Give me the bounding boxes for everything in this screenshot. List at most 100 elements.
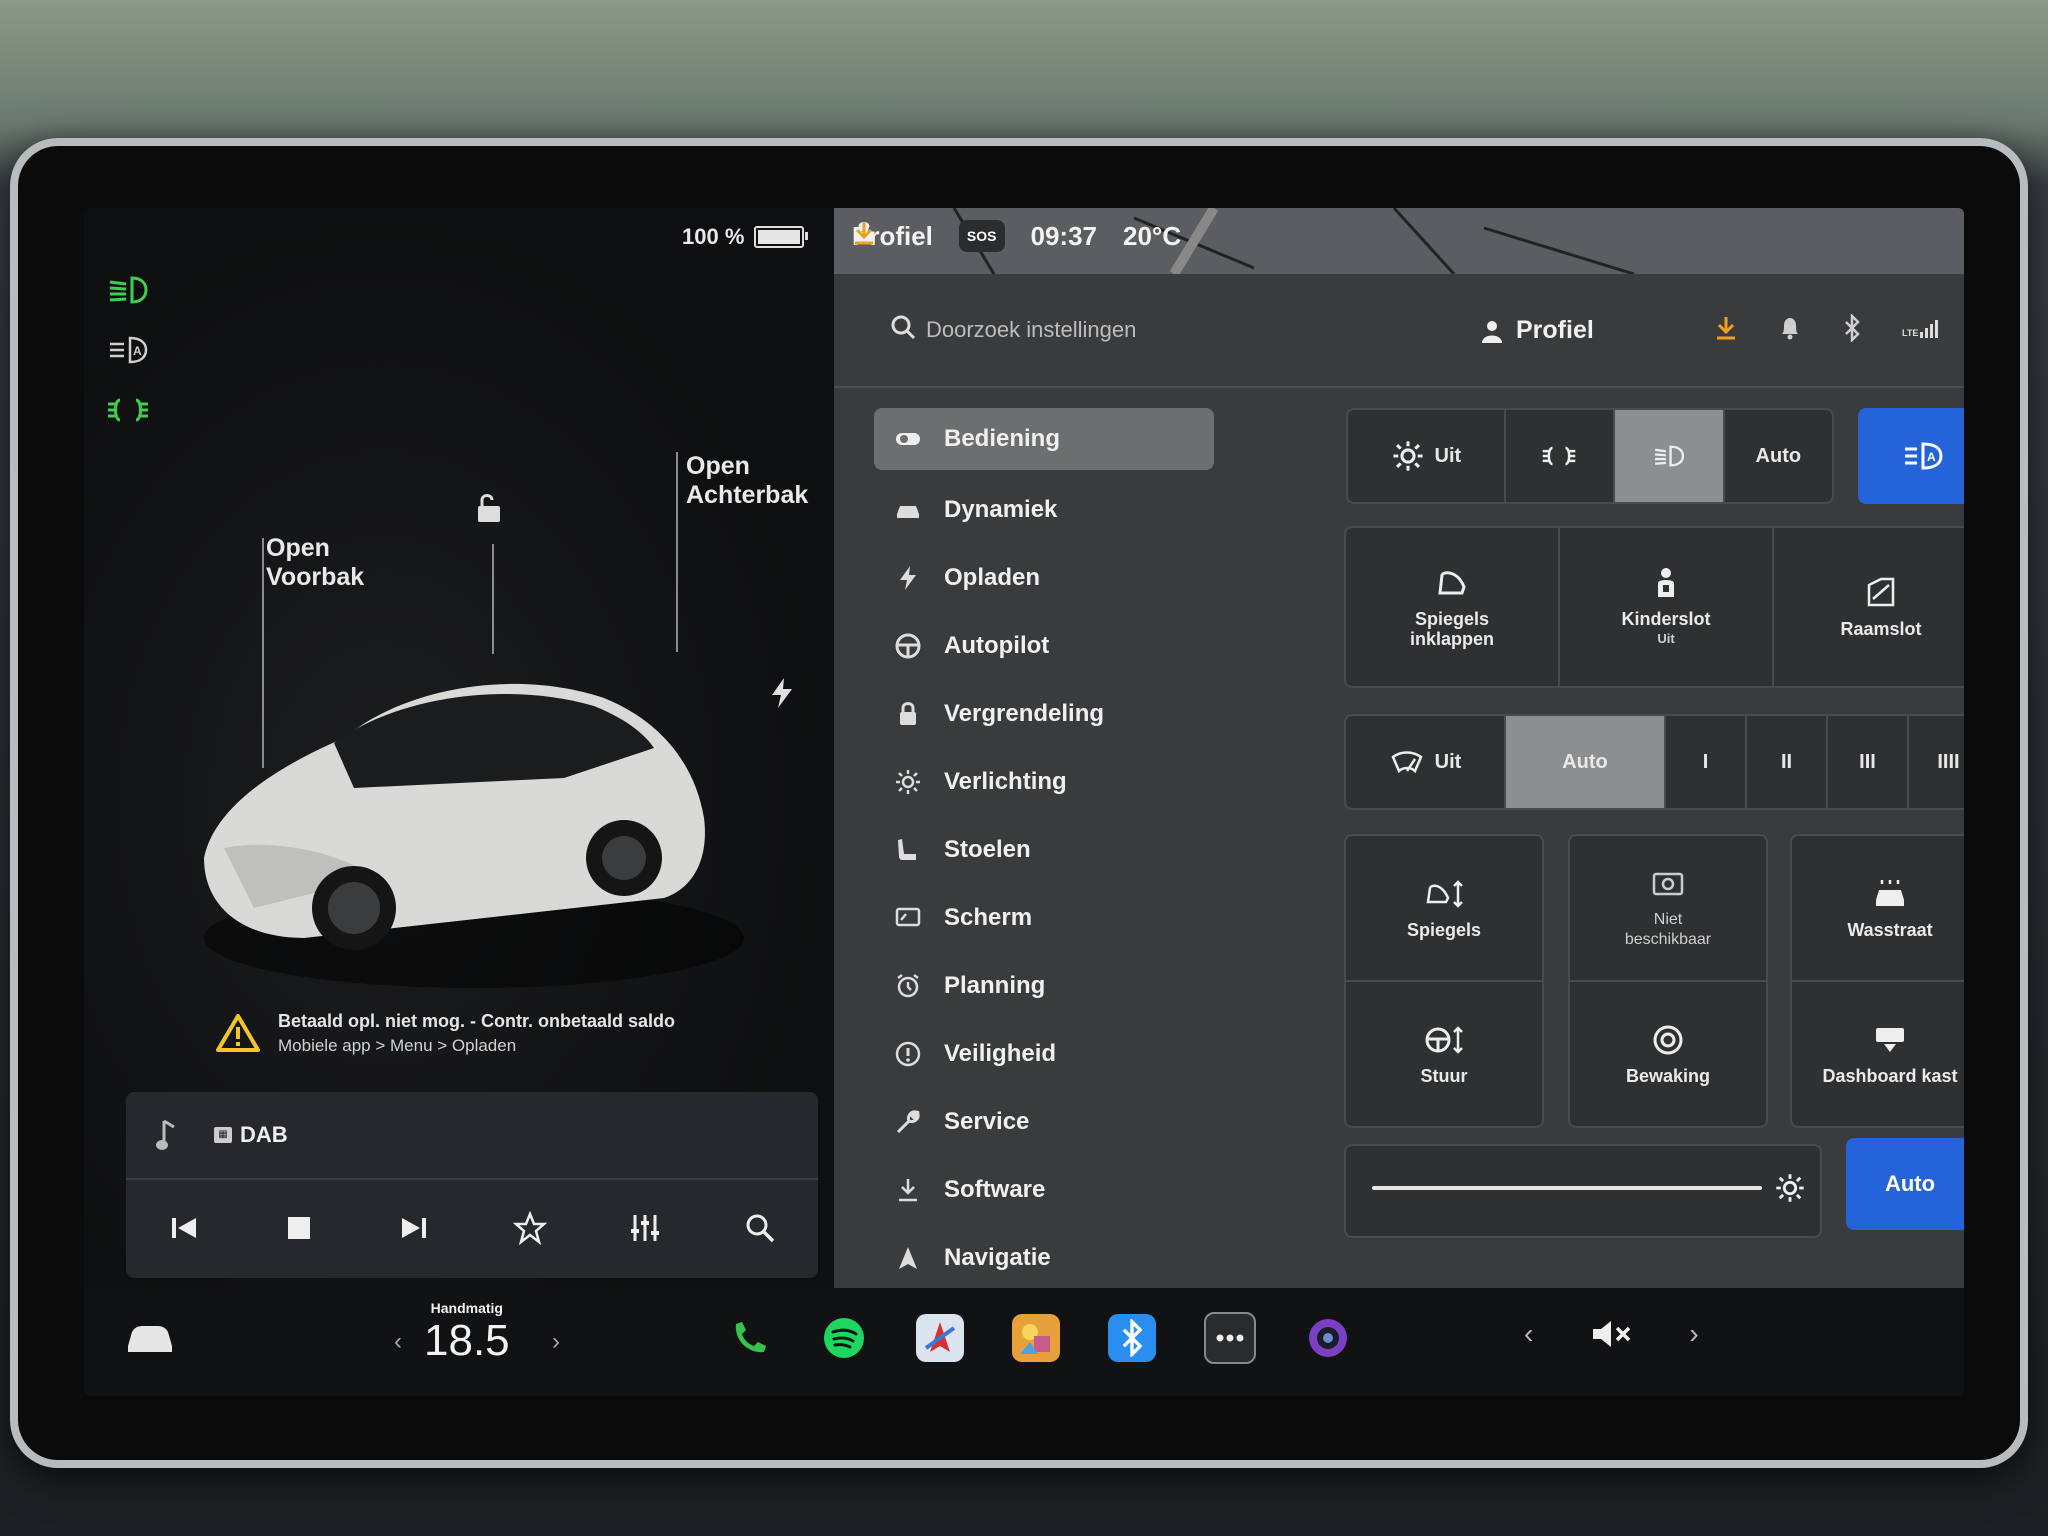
volume-control: ‹ › [1524, 1318, 1699, 1350]
bell-icon[interactable] [1778, 315, 1802, 341]
profile-button[interactable]: Profiel [1480, 316, 1594, 345]
window-lock-button[interactable]: Raamslot [1774, 528, 1964, 686]
menu-label: Scherm [944, 904, 1033, 931]
temp-up-icon[interactable]: › [552, 1328, 560, 1356]
auto-high-beam-icon: A [1905, 442, 1943, 470]
previous-track-icon[interactable] [167, 1211, 201, 1250]
svg-text:A: A [133, 344, 142, 358]
wiper-speed-1-button[interactable]: I [1666, 716, 1747, 808]
menu-label: Software [944, 1176, 1046, 1203]
temp-down-icon[interactable]: ‹ [394, 1328, 402, 1356]
unlock-icon[interactable] [470, 490, 506, 531]
parking-lights-icon [1543, 446, 1576, 466]
volume-down-icon[interactable]: ‹ [1524, 1318, 1533, 1350]
stop-icon[interactable] [282, 1211, 316, 1250]
low-beam-button[interactable] [1615, 410, 1725, 502]
media-search-icon[interactable] [743, 1211, 777, 1250]
svg-text:A: A [1927, 450, 1936, 464]
download-icon[interactable] [852, 220, 876, 246]
sentry-icon [1653, 1025, 1683, 1055]
map-strip[interactable]: Profiel SOS 09:37 20°C [834, 208, 1964, 274]
more-apps-icon[interactable] [1204, 1312, 1256, 1364]
navigation-app-icon[interactable] [916, 1314, 964, 1362]
open-trunk-button[interactable]: Open Achterbak [686, 452, 808, 510]
low-beam-icon [1654, 445, 1684, 467]
sentry-mode-button[interactable]: Bewaking [1570, 982, 1766, 1126]
menu-label: Dynamiek [944, 496, 1058, 523]
equalizer-icon[interactable] [628, 1211, 662, 1250]
battery-icon [754, 226, 809, 248]
sun-icon [896, 770, 920, 794]
sos-button[interactable]: SOS [958, 220, 1005, 252]
menu-item-service[interactable]: Service [874, 1088, 1214, 1156]
media-source[interactable]: ▦ DAB [214, 1122, 288, 1148]
wiper-speed-4-button[interactable]: IIII [1909, 716, 1964, 808]
child-lock-button[interactable]: Kinderslot Uit [1560, 528, 1774, 686]
wiper-speed-2-button[interactable]: II [1747, 716, 1828, 808]
menu-item-dynamiek[interactable]: Dynamiek [874, 476, 1214, 544]
parking-lights-button[interactable] [1506, 410, 1616, 502]
toybox-icon[interactable] [1012, 1314, 1060, 1362]
auto-high-beam-button[interactable]: A [1858, 408, 1964, 504]
bluetooth-icon[interactable] [1842, 314, 1862, 342]
charge-port-icon[interactable] [770, 678, 794, 713]
menu-item-vergrendeling[interactable]: Vergrendeling [874, 680, 1214, 748]
brightness-auto-button[interactable]: Auto [1846, 1138, 1964, 1230]
car-wash-button[interactable]: Wasstraat [1792, 836, 1964, 982]
music-note-icon[interactable] [156, 1119, 180, 1151]
alarm-icon [897, 974, 919, 998]
spotify-icon[interactable] [820, 1314, 868, 1362]
wipers-off-button[interactable]: Uit [1346, 716, 1506, 808]
car-menu-icon[interactable] [124, 1318, 176, 1358]
wipers-auto-button[interactable]: Auto [1506, 716, 1666, 808]
open-frunk-button[interactable]: Open Voorbak [266, 534, 364, 592]
menu-item-veiligheid[interactable]: Veiligheid [874, 1020, 1214, 1088]
menu-item-planning[interactable]: Planning [874, 952, 1214, 1020]
lights-off-button[interactable]: Uit [1348, 410, 1506, 502]
menu-label: Opladen [944, 564, 1041, 591]
menu-item-autopilot[interactable]: Autopilot [874, 612, 1214, 680]
volume-up-icon[interactable]: › [1689, 1318, 1698, 1350]
car-image [204, 683, 744, 988]
camera-icon [1652, 872, 1684, 896]
wiper-speed-3-button[interactable]: III [1828, 716, 1909, 808]
next-track-icon[interactable] [397, 1211, 431, 1250]
menu-item-bediening[interactable]: Bediening [874, 408, 1214, 470]
download-icon[interactable] [1714, 315, 1738, 341]
window-lock-icon [1867, 577, 1895, 607]
menu-label: Navigatie [944, 1244, 1051, 1271]
menu-item-opladen[interactable]: Opladen [874, 544, 1214, 612]
payment-alert[interactable]: Betaald opl. niet mog. - Contr. onbetaal… [216, 998, 716, 1068]
favorite-star-icon[interactable] [512, 1210, 547, 1250]
mirror-adjust-button[interactable]: Spiegels [1346, 836, 1542, 982]
auto-high-beam-icon: A [104, 332, 152, 368]
lights-auto-button[interactable]: Auto [1725, 410, 1832, 502]
settings-menu: Bediening Dynamiek Opladen Autopilot Ver… [874, 408, 1214, 1292]
settings-search-input[interactable] [924, 304, 1488, 356]
bolt-icon [900, 566, 916, 590]
lights-auto-label: Auto [1755, 444, 1802, 467]
camera-app-icon[interactable] [1304, 1314, 1352, 1362]
fold-mirrors-button[interactable]: Spiegels inklappen [1346, 528, 1560, 686]
glovebox-button[interactable]: Dashboard kast [1792, 982, 1964, 1126]
light-mode-selector: Uit Auto [1346, 408, 1834, 504]
menu-item-verlichting[interactable]: Verlichting [874, 748, 1214, 816]
bluetooth-app-icon[interactable] [1108, 1314, 1156, 1362]
menu-item-navigatie[interactable]: Navigatie [874, 1224, 1214, 1292]
brightness-slider[interactable] [1372, 1186, 1762, 1190]
menu-label: Autopilot [944, 632, 1050, 659]
phone-icon[interactable] [724, 1314, 772, 1362]
menu-label: Stoelen [944, 836, 1031, 863]
menu-item-stoelen[interactable]: Stoelen [874, 816, 1214, 884]
dashcam-unavailable-button[interactable]: Niet beschikbaar [1570, 836, 1766, 982]
menu-item-scherm[interactable]: Scherm [874, 884, 1214, 952]
climate-control[interactable]: Handmatig 18.5 [424, 1300, 510, 1366]
steering-adjust-button[interactable]: Stuur [1346, 982, 1542, 1126]
display-icon [895, 907, 921, 927]
menu-item-software[interactable]: Software [874, 1156, 1214, 1224]
glovebox-label: Dashboard kast [1822, 1066, 1958, 1086]
wiper-speed-label: II [1780, 750, 1793, 773]
search-icon [891, 315, 916, 340]
mute-icon[interactable] [1589, 1318, 1633, 1350]
radio-icon: ▦ [214, 1127, 232, 1143]
